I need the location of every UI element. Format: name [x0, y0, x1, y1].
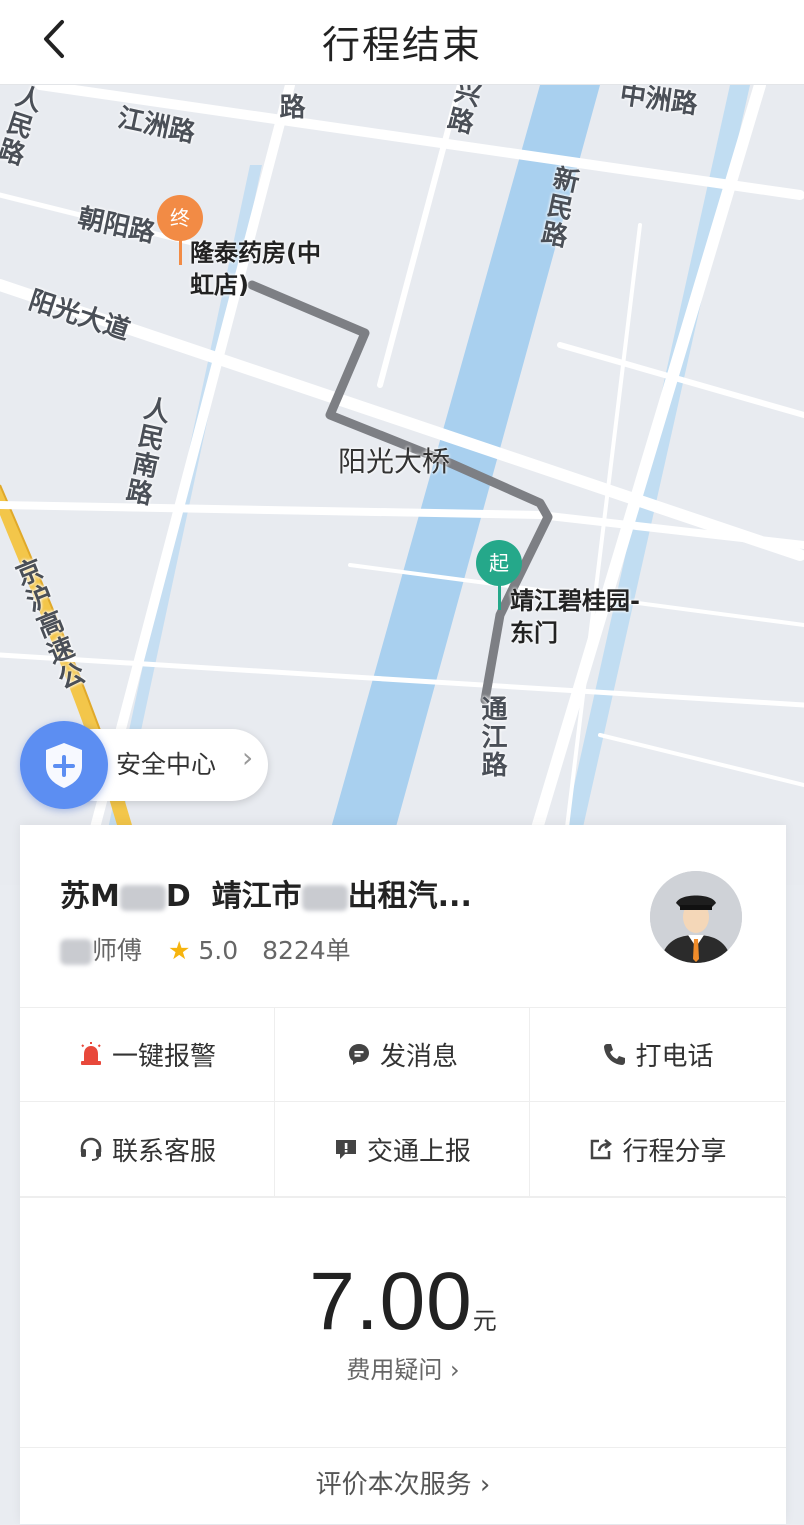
traffic-report-button[interactable]: 交通上报 [275, 1102, 530, 1197]
driver-meta: 师傅 ★ 5.0 8224单 [60, 931, 351, 967]
action-label: 发消息 [379, 1041, 458, 1072]
top-bar: 行程结束 [0, 0, 804, 85]
fee-question-label: 费用疑问 [346, 1356, 443, 1384]
message-icon [348, 1044, 369, 1065]
safety-center-label: 安全中心 [116, 750, 217, 779]
road-label: 阳光大桥 [338, 445, 451, 478]
fee-question-link[interactable]: 费用疑问 › [20, 1350, 786, 1385]
end-pin-stem [179, 239, 182, 265]
end-pin[interactable]: 终 [157, 195, 203, 241]
action-label: 行程分享 [622, 1136, 727, 1167]
rate-service-label: 评价本次服务 [315, 1470, 472, 1500]
emergency-alarm-button[interactable]: 一键报警 [20, 1007, 275, 1102]
company-suffix: 出租汽... [347, 879, 472, 914]
shield-icon [20, 721, 108, 809]
start-pin-stem [498, 584, 501, 610]
phone-icon [604, 1044, 626, 1065]
share-icon [591, 1139, 613, 1160]
road-label: 路 [275, 93, 305, 121]
report-icon [335, 1140, 356, 1159]
start-pin[interactable]: 起 [476, 540, 522, 586]
road-label: 通江路 [477, 695, 507, 779]
fare-unit: 元 [472, 1307, 497, 1335]
chevron-right-icon: › [442, 1356, 460, 1384]
redacted-block [60, 939, 92, 965]
rate-service-button[interactable]: 评价本次服务 › [20, 1447, 786, 1525]
chevron-right-icon: › [471, 1470, 491, 1500]
chevron-right-icon: › [242, 741, 254, 774]
plate-and-company: 苏M D 靖江市 出租汽... [60, 871, 472, 915]
driver-rating: 5.0 [198, 936, 239, 965]
action-label: 一键报警 [111, 1041, 216, 1072]
share-trip-button[interactable]: 行程分享 [530, 1102, 785, 1197]
end-location-label: 隆泰药房(中虹店) [190, 239, 321, 299]
plate-prefix: 苏M [60, 879, 120, 914]
customer-service-button[interactable]: 联系客服 [20, 1102, 275, 1197]
redacted-block [119, 884, 166, 911]
page-title: 行程结束 [321, 23, 482, 67]
company-prefix: 靖江市 [211, 879, 302, 914]
driver-orders: 8224单 [262, 936, 351, 965]
send-message-button[interactable]: 发消息 [275, 1007, 530, 1102]
fare-value: 7.00 [309, 1256, 473, 1347]
action-label: 打电话 [635, 1041, 714, 1072]
action-grid: 一键报警 发消息 打电话 联系客服 交通上报 行程分享 [20, 1007, 786, 1198]
headset-icon [80, 1137, 102, 1161]
driver-name-suffix: 师傅 [92, 936, 143, 965]
start-location-label: 靖江碧桂园-东门 [510, 587, 640, 647]
fare-amount: 7.00元 [20, 1255, 786, 1349]
star-icon: ★ [167, 936, 191, 965]
call-button[interactable]: 打电话 [530, 1007, 785, 1102]
trip-summary-card: 苏M D 靖江市 出租汽... 师傅 ★ 5.0 8224单 一键报警 发消息 … [20, 825, 786, 1524]
redacted-block [301, 884, 348, 911]
action-label: 交通上报 [366, 1136, 471, 1167]
avatar[interactable] [650, 871, 742, 963]
action-label: 联系客服 [111, 1136, 216, 1167]
safety-center-button[interactable]: 安全中心 › [20, 721, 268, 809]
driver-info: 苏M D 靖江市 出租汽... 师傅 ★ 5.0 8224单 [20, 825, 786, 1008]
alarm-light-icon [80, 1042, 101, 1065]
plate-suffix: D [165, 879, 191, 914]
